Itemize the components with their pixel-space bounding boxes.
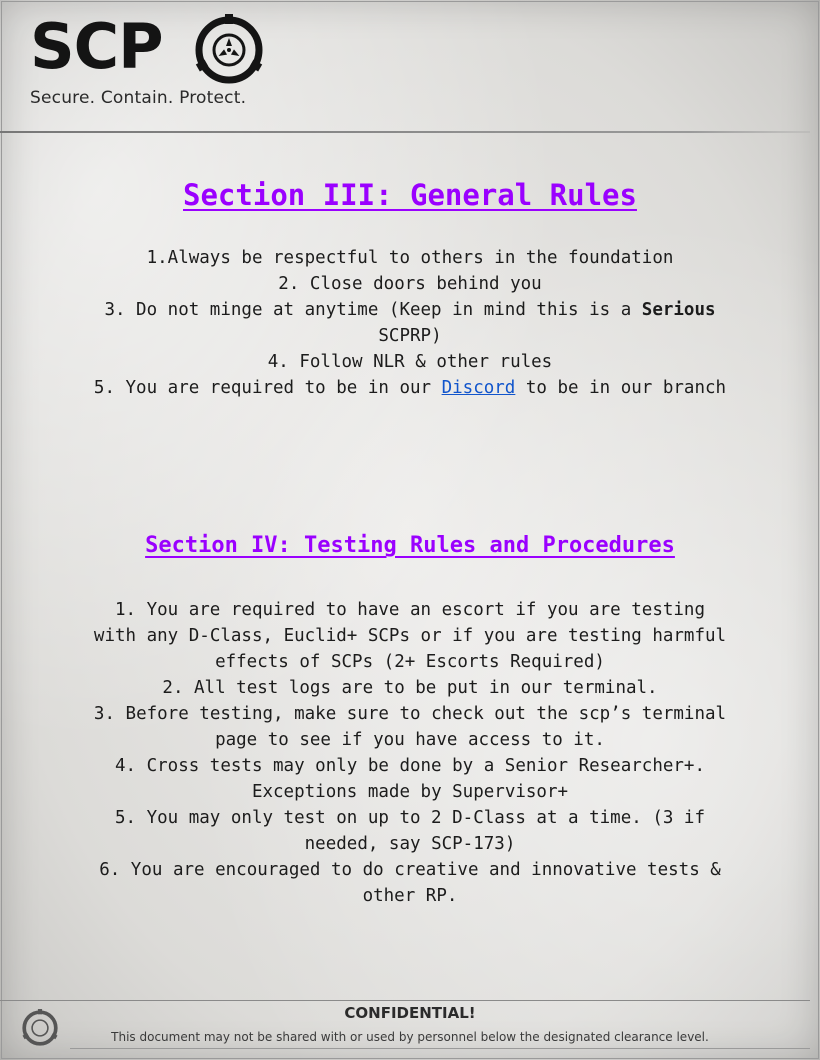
scp-emblem-icon — [195, 14, 263, 84]
section-4-rules: 1. You are required to have an escort if… — [90, 597, 730, 909]
rule-item: 3. Do not minge at anytime (Keep in mind… — [90, 297, 730, 349]
confidential-label: CONFIDENTIAL! — [344, 1004, 476, 1022]
rule-item: 5. You are required to be in our Discord… — [90, 375, 730, 401]
tagline: Secure. Contain. Protect. — [30, 88, 247, 108]
rule-text: SCPRP) — [378, 326, 442, 346]
rule-text: to be in our branch — [515, 378, 727, 398]
scp-logo: SCP Secure. Contain. Protect. — [28, 8, 288, 118]
rule-text: 5. You are required to be in our — [93, 378, 442, 398]
rule-item: 3. Before testing, make sure to check ou… — [93, 704, 727, 750]
section-3-title: Section III: General Rules — [183, 178, 637, 212]
rule-item: 1.Always be respectful to others in the … — [146, 248, 674, 268]
footer-divider — [0, 1000, 810, 1001]
rule-item: 1. You are required to have an escort if… — [93, 600, 727, 672]
rule-item: 6. You are encouraged to do creative and… — [99, 860, 721, 906]
discord-link[interactable]: Discord — [442, 378, 516, 398]
section-4-title: Section IV: Testing Rules and Procedures — [145, 533, 675, 558]
rule-item: 2. Close doors behind you — [278, 274, 542, 294]
rule-item: 4. Follow NLR & other rules — [267, 352, 553, 372]
disclaimer-text: This document may not be shared with or … — [111, 1030, 709, 1044]
rule-item: 4. Cross tests may only be done by a Sen… — [114, 756, 705, 802]
header-divider — [0, 131, 810, 133]
rule-item: 5. You may only test on up to 2 D-Class … — [114, 808, 705, 854]
section-3-rules: 1.Always be respectful to others in the … — [90, 245, 730, 401]
emphasis-text: Serious — [641, 300, 716, 320]
footer-bottom-line — [70, 1048, 810, 1049]
rule-item: 2. All test logs are to be put in our te… — [162, 678, 658, 698]
rule-text: 3. Do not minge at anytime (Keep in mind… — [104, 300, 642, 320]
logo-wordmark: SCP — [30, 10, 164, 83]
